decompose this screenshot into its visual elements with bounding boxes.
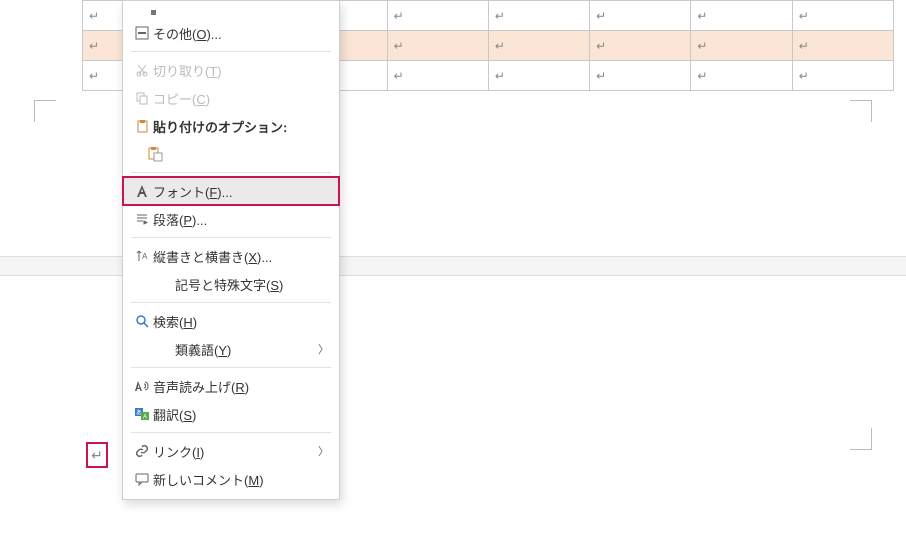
paste-keep-source-icon [131, 146, 163, 162]
para-mark: ↵ [394, 69, 404, 83]
clipboard-icon [131, 119, 153, 134]
para-mark: ↵ [89, 39, 99, 53]
copy-icon [131, 91, 153, 105]
translate-icon: あA [131, 407, 153, 421]
chevron-right-icon: 〉 [318, 341, 329, 357]
menu-item-label: フォント(F)... [153, 182, 329, 201]
para-mark: ↵ [799, 9, 809, 23]
menu-item-cut[interactable]: 切り取り(T) [123, 56, 339, 84]
menu-item-paragraph[interactable]: 段落(P)... [123, 205, 339, 233]
menu-item-copy[interactable]: コピー(C) [123, 84, 339, 112]
para-mark: ↵ [697, 9, 707, 23]
para-mark: ↵ [89, 69, 99, 83]
menu-separator [131, 367, 331, 368]
para-mark: ↵ [495, 9, 505, 23]
chevron-right-icon: 〉 [318, 443, 329, 459]
menu-item-link[interactable]: リンク(I) 〉 [123, 437, 339, 465]
svg-text:A: A [142, 252, 148, 261]
menu-item-font[interactable]: フォント(F)... [123, 177, 339, 205]
menu-item-label: その他(O)... [153, 24, 329, 43]
menu-item-label: リンク(I) [153, 442, 318, 461]
menu-item-label: コピー(C) [153, 89, 329, 108]
para-mark: ↵ [495, 39, 505, 53]
page-gutter-corner [34, 100, 56, 122]
menu-item-new-comment[interactable]: 新しいコメント(M) [123, 465, 339, 493]
menu-item-label: 縦書きと横書き(X)... [153, 247, 329, 266]
page-gutter-corner [850, 100, 872, 122]
menu-item-symbols[interactable]: 記号と特殊文字(S) [123, 270, 339, 298]
menu-grip-icon [123, 5, 339, 19]
menu-item-more[interactable]: その他(O)... [123, 19, 339, 47]
para-mark: ↵ [697, 69, 707, 83]
text-direction-icon: A [131, 249, 153, 263]
menu-item-label: 検索(H) [153, 312, 329, 331]
menu-item-label: 貼り付けのオプション: [153, 117, 329, 136]
menu-item-label: 翻訳(S) [153, 405, 329, 424]
context-menu: その他(O)... 切り取り(T) コピー(C) 貼り付けのオプション: フォン… [122, 0, 340, 500]
menu-separator [131, 432, 331, 433]
para-mark: ↵ [697, 39, 707, 53]
search-icon [131, 314, 153, 328]
menu-item-find[interactable]: 検索(H) [123, 307, 339, 335]
menu-item-translate[interactable]: あA 翻訳(S) [123, 400, 339, 428]
menu-item-label: 類義語(Y) [153, 340, 318, 359]
menu-item-text-direction[interactable]: A 縦書きと横書き(X)... [123, 242, 339, 270]
para-mark: ↵ [596, 9, 606, 23]
menu-item-thesaurus[interactable]: 類義語(Y) 〉 [123, 335, 339, 363]
menu-item-paste-option-keep-source[interactable] [123, 140, 339, 168]
scissors-icon [131, 63, 153, 77]
comment-icon [131, 472, 153, 486]
para-mark: ↵ [89, 9, 99, 23]
menu-separator [131, 302, 331, 303]
menu-item-label: 音声読み上げ(R) [153, 377, 329, 396]
read-aloud-icon [131, 379, 153, 393]
para-mark: ↵ [799, 69, 809, 83]
para-mark: ↵ [394, 39, 404, 53]
paragraph-icon [131, 212, 153, 226]
menu-item-label: 記号と特殊文字(S) [153, 275, 329, 294]
page-gutter-corner [850, 428, 872, 450]
menu-separator [131, 237, 331, 238]
para-mark: ↵ [495, 69, 505, 83]
para-mark: ↵ [596, 69, 606, 83]
menu-separator [131, 51, 331, 52]
menu-item-read-aloud[interactable]: 音声読み上げ(R) [123, 372, 339, 400]
menu-item-label: 段落(P)... [153, 210, 329, 229]
menu-item-label: 切り取り(T) [153, 61, 329, 80]
menu-item-label: 新しいコメント(M) [153, 470, 329, 489]
para-mark: ↵ [596, 39, 606, 53]
more-icon [131, 26, 153, 40]
svg-text:A: A [143, 415, 147, 421]
font-icon [131, 184, 153, 198]
para-mark: ↵ [799, 39, 809, 53]
paragraph-mark-highlight: ↵ [86, 442, 108, 468]
menu-item-paste-options-header: 貼り付けのオプション: [123, 112, 339, 140]
para-mark: ↵ [394, 9, 404, 23]
link-icon [131, 444, 153, 458]
menu-separator [131, 172, 331, 173]
